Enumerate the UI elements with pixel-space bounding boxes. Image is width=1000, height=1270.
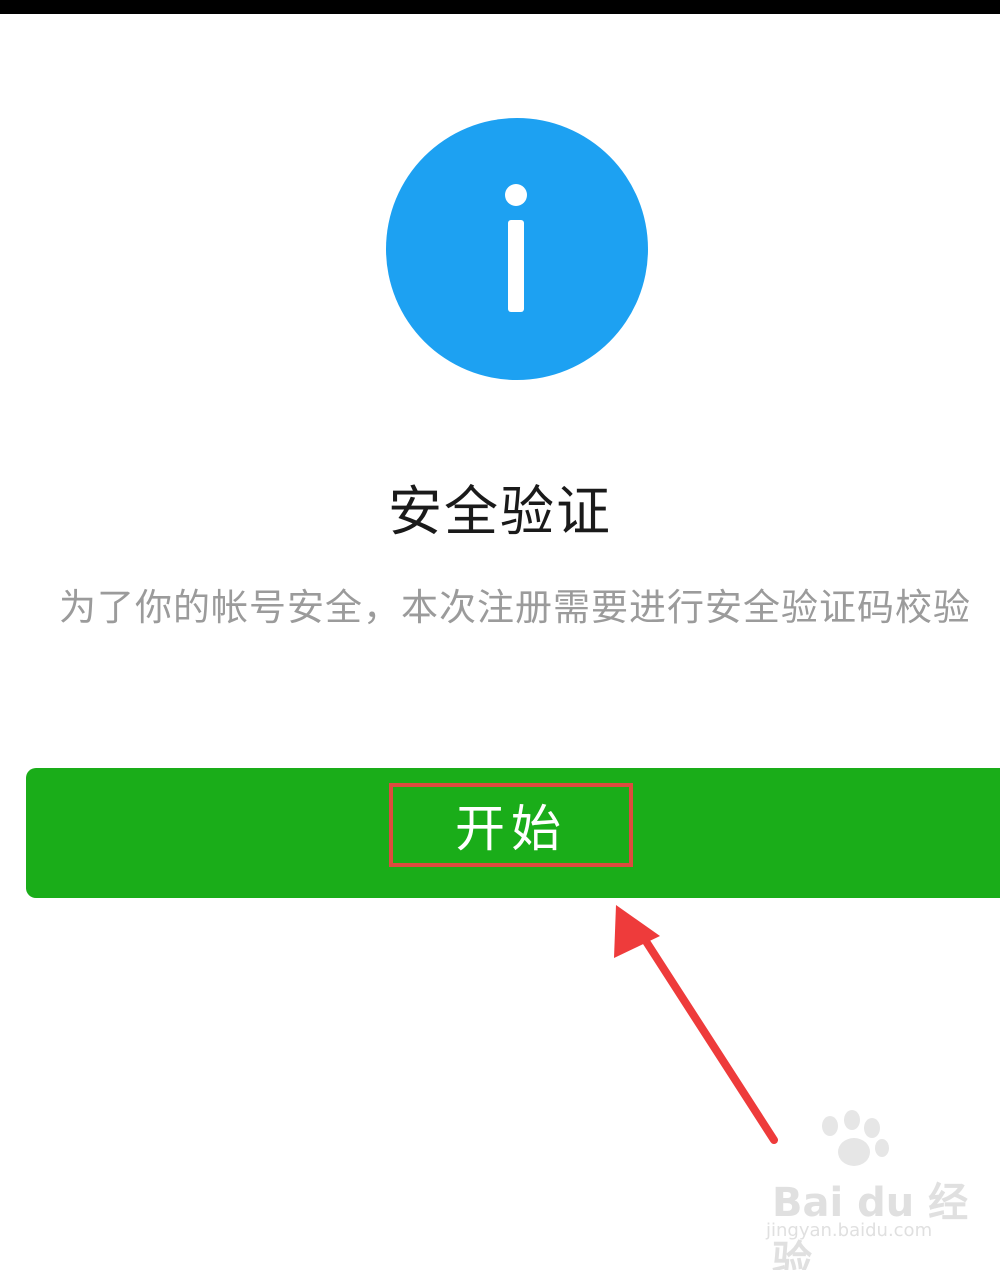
watermark-url: jingyan.baidu.com [766, 1220, 933, 1241]
info-icon [386, 118, 648, 380]
security-description: 为了你的帐号安全，本次注册需要进行安全验证码校验 [59, 586, 971, 629]
page-title: 安全验证 [388, 480, 612, 543]
status-bar [0, 0, 1000, 14]
baidu-jingyan-watermark: Bai du 经验 jingyan.baidu.com [730, 1100, 990, 1270]
security-verification-screen: 安全验证 为了你的帐号安全，本次注册需要进行安全验证码校验 开始 Bai du … [0, 0, 1000, 1270]
start-button-highlight[interactable]: 开始 [389, 783, 633, 867]
start-button-label: 开始 [455, 800, 567, 858]
